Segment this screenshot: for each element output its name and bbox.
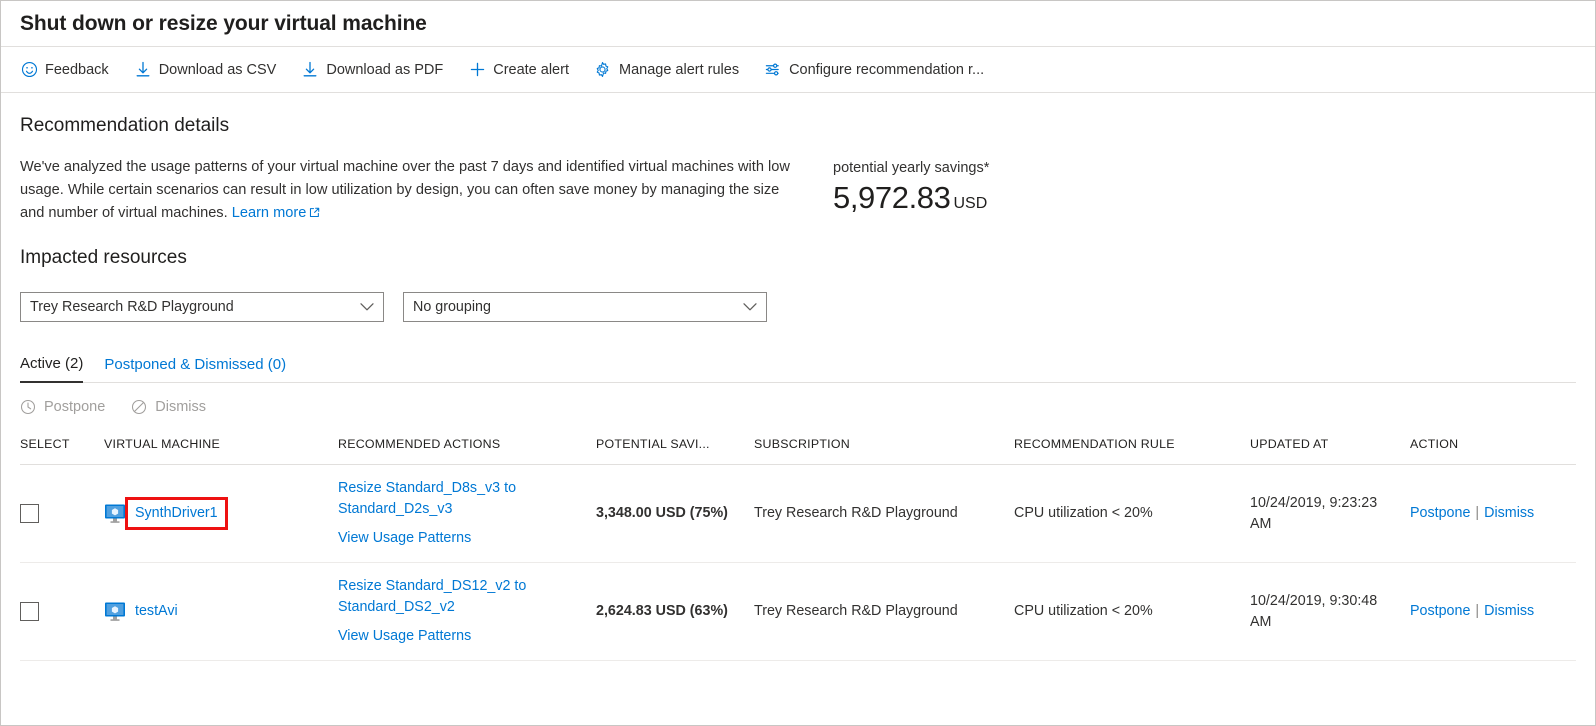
resize-action-link[interactable]: Resize Standard_DS12_v2 to Standard_DS2_… <box>338 576 586 618</box>
row-virtual-machine-cell: testAvi <box>104 563 338 661</box>
recommendation-description: We've analyzed the usage patterns of you… <box>20 156 795 225</box>
download-pdf-label: Download as PDF <box>326 62 443 78</box>
column-header-potential-savings: POTENTIAL SAVI... <box>596 431 754 465</box>
resource-tabs: Active (2) Postponed & Dismissed (0) <box>20 355 1576 383</box>
page-title: Shut down or resize your virtual machine <box>20 12 427 36</box>
postpone-bulk-label: Postpone <box>44 399 105 415</box>
sliders-icon <box>764 61 782 79</box>
page-header: Shut down or resize your virtual machine <box>1 1 1595 47</box>
grouping-filter-value: No grouping <box>413 299 491 315</box>
smiley-icon <box>20 61 38 79</box>
virtual-machine-icon <box>104 601 126 622</box>
row-recommended-actions-cell: Resize Standard_DS12_v2 to Standard_DS2_… <box>338 563 596 661</box>
column-header-recommendation-rule: RECOMMENDATION RULE <box>1014 431 1250 465</box>
feedback-button[interactable]: Feedback <box>20 53 109 87</box>
row-action-cell: Postpone | Dismiss <box>1410 465 1576 563</box>
tab-postponed-dismissed[interactable]: Postponed & Dismissed (0) <box>104 356 286 382</box>
table-row: SynthDriver1 Resize Standard_D8s_v3 to S… <box>20 465 1576 563</box>
row-recommendation-rule-cell: CPU utilization < 20% <box>1014 563 1250 661</box>
chevron-down-icon <box>360 303 374 312</box>
table-row: testAvi Resize Standard_DS12_v2 to Stand… <box>20 563 1576 661</box>
row-updated-at-cell: 10/24/2019, 9:30:48 AM <box>1250 563 1410 661</box>
recommendation-details-heading: Recommendation details <box>20 115 1576 137</box>
download-csv-label: Download as CSV <box>159 62 277 78</box>
download-pdf-button[interactable]: Download as PDF <box>301 53 443 87</box>
column-header-action: ACTION <box>1410 431 1576 465</box>
command-toolbar: Feedback Download as CSV Download as <box>1 47 1595 93</box>
chevron-down-icon <box>743 303 757 312</box>
row-virtual-machine-cell: SynthDriver1 <box>104 465 338 563</box>
column-header-virtual-machine: VIRTUAL MACHINE <box>104 431 338 465</box>
virtual-machine-icon <box>104 503 126 524</box>
row-potential-savings-cell: 2,624.83 USD (63%) <box>596 563 754 661</box>
column-header-select: SELECT <box>20 431 104 465</box>
recommendation-description-text: We've analyzed the usage patterns of you… <box>20 159 790 221</box>
download-icon <box>301 61 319 79</box>
row-select-cell <box>20 465 104 563</box>
resize-action-link[interactable]: Resize Standard_D8s_v3 to Standard_D2s_v… <box>338 478 586 520</box>
block-icon <box>131 399 148 416</box>
tab-active[interactable]: Active (2) <box>20 355 83 383</box>
external-link-icon <box>309 203 320 214</box>
impacted-resources-table: SELECT VIRTUAL MACHINE RECOMMENDED ACTIO… <box>20 431 1576 661</box>
create-alert-button[interactable]: Create alert <box>468 53 569 87</box>
view-usage-patterns-link[interactable]: View Usage Patterns <box>338 528 586 549</box>
grouping-filter-select[interactable]: No grouping <box>403 292 767 322</box>
row-updated-at-cell: 10/24/2019, 9:23:23 AM <box>1250 465 1410 563</box>
row-potential-savings-cell: 3,348.00 USD (75%) <box>596 465 754 563</box>
column-header-recommended-actions: RECOMMENDED ACTIONS <box>338 431 596 465</box>
grid-actions-bar: Postpone Dismiss <box>20 383 1576 431</box>
download-csv-button[interactable]: Download as CSV <box>134 53 277 87</box>
row-dismiss-link[interactable]: Dismiss <box>1484 603 1534 619</box>
subscription-filter-value: Trey Research R&D Playground <box>30 299 234 315</box>
potential-savings-amount: 5,972.83 <box>833 180 950 215</box>
row-dismiss-link[interactable]: Dismiss <box>1484 505 1534 521</box>
potential-savings-panel: potential yearly savings* 5,972.83USD <box>833 156 989 224</box>
feedback-label: Feedback <box>45 62 109 78</box>
download-icon <box>134 61 152 79</box>
row-recommended-actions-cell: Resize Standard_D8s_v3 to Standard_D2s_v… <box>338 465 596 563</box>
clock-icon <box>20 399 37 416</box>
gear-icon <box>594 61 612 79</box>
dismiss-bulk-label: Dismiss <box>155 399 206 415</box>
virtual-machine-link[interactable]: testAvi <box>135 601 178 622</box>
manage-alert-rules-label: Manage alert rules <box>619 62 739 78</box>
configure-recommendation-rules-label: Configure recommendation r... <box>789 62 984 78</box>
configure-recommendation-rules-button[interactable]: Configure recommendation r... <box>764 53 984 87</box>
dismiss-bulk-button[interactable]: Dismiss <box>131 399 206 416</box>
virtual-machine-link[interactable]: SynthDriver1 <box>128 500 225 527</box>
impacted-resources-heading: Impacted resources <box>20 247 1576 269</box>
row-subscription-cell: Trey Research R&D Playground <box>754 563 1014 661</box>
learn-more-link[interactable]: Learn more <box>232 205 307 221</box>
row-checkbox[interactable] <box>20 602 39 621</box>
filters-row: Trey Research R&D Playground No grouping <box>20 292 1576 322</box>
action-separator: | <box>1475 603 1479 619</box>
potential-savings-currency: USD <box>953 195 987 212</box>
column-header-updated-at: UPDATED AT <box>1250 431 1410 465</box>
row-subscription-cell: Trey Research R&D Playground <box>754 465 1014 563</box>
row-checkbox[interactable] <box>20 504 39 523</box>
row-postpone-link[interactable]: Postpone <box>1410 505 1470 521</box>
create-alert-label: Create alert <box>493 62 569 78</box>
recommendation-details-row: We've analyzed the usage patterns of you… <box>20 156 1576 225</box>
postpone-bulk-button[interactable]: Postpone <box>20 399 105 416</box>
potential-savings-label: potential yearly savings* <box>833 160 989 176</box>
row-action-cell: Postpone | Dismiss <box>1410 563 1576 661</box>
recommendation-page: Shut down or resize your virtual machine… <box>0 0 1596 726</box>
row-recommendation-rule-cell: CPU utilization < 20% <box>1014 465 1250 563</box>
potential-savings-amount-wrapper: 5,972.83USD <box>833 178 989 224</box>
manage-alert-rules-button[interactable]: Manage alert rules <box>594 53 739 87</box>
action-separator: | <box>1475 505 1479 521</box>
row-select-cell <box>20 563 104 661</box>
plus-icon <box>468 61 486 79</box>
column-header-subscription: SUBSCRIPTION <box>754 431 1014 465</box>
subscription-filter-select[interactable]: Trey Research R&D Playground <box>20 292 384 322</box>
view-usage-patterns-link[interactable]: View Usage Patterns <box>338 626 586 647</box>
row-postpone-link[interactable]: Postpone <box>1410 603 1470 619</box>
table-header-row: SELECT VIRTUAL MACHINE RECOMMENDED ACTIO… <box>20 431 1576 465</box>
